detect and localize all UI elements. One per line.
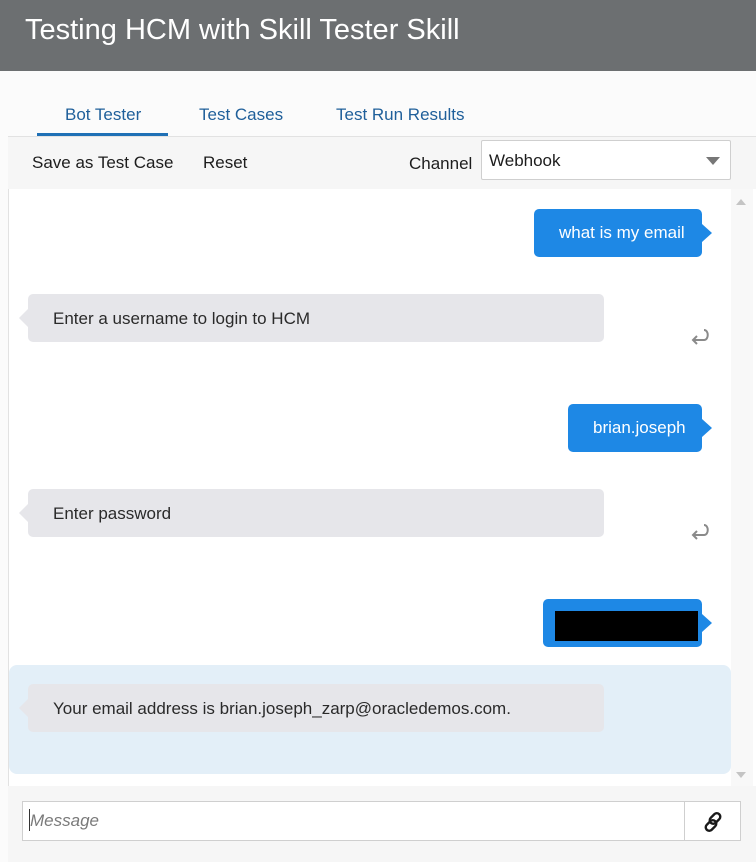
scroll-up-arrow-icon[interactable]: [736, 199, 746, 205]
user-message: brian.joseph: [568, 404, 712, 452]
title-bar: Testing HCM with Skill Tester Skill: [0, 0, 756, 71]
conversation-scrollbar[interactable]: [731, 189, 753, 786]
bot-message: Your email address is brian.joseph_zarp@…: [19, 684, 604, 732]
message-composer: [8, 786, 756, 862]
window-title: Testing HCM with Skill Tester Skill: [25, 14, 460, 46]
channel-select-value: Webhook: [489, 151, 561, 170]
tab-bar: Bot Tester Test Cases Test Run Results: [0, 71, 756, 137]
bot-message-text: Enter a username to login to HCM: [53, 309, 311, 328]
bot-message: Enter password: [19, 489, 604, 537]
user-message-text: what is my email: [559, 223, 685, 242]
message-input[interactable]: [22, 801, 685, 841]
bot-message-text: Enter password: [53, 504, 172, 523]
tab-bot-tester[interactable]: Bot Tester: [65, 105, 141, 125]
bot-message: Enter a username to login to HCM: [19, 294, 604, 342]
user-message-redacted: [543, 599, 712, 647]
tab-test-run-results[interactable]: Test Run Results: [336, 105, 465, 125]
user-message-text: brian.joseph: [593, 418, 686, 437]
channel-select[interactable]: Webhook: [481, 140, 731, 180]
reply-arrow-icon[interactable]: [688, 327, 712, 349]
user-message: what is my email: [534, 209, 712, 257]
redacted-password-block: [555, 611, 698, 641]
tester-toolbar: Save as Test Case Reset Channel Webhook: [8, 137, 756, 189]
bot-message-text: Your email address is brian.joseph_zarp@…: [53, 699, 511, 718]
text-cursor: [29, 809, 30, 831]
reset-button[interactable]: Reset: [203, 153, 247, 173]
chevron-down-icon: [706, 157, 720, 165]
save-as-test-case-button[interactable]: Save as Test Case: [32, 153, 173, 173]
reply-arrow-icon[interactable]: [688, 522, 712, 544]
tab-test-cases[interactable]: Test Cases: [199, 105, 283, 125]
link-icon: [704, 812, 722, 832]
skill-tester-window: Testing HCM with Skill Tester Skill Bot …: [0, 0, 756, 862]
channel-label: Channel: [409, 154, 473, 173]
attach-link-button[interactable]: [684, 801, 741, 841]
scroll-down-arrow-icon[interactable]: [736, 772, 746, 778]
